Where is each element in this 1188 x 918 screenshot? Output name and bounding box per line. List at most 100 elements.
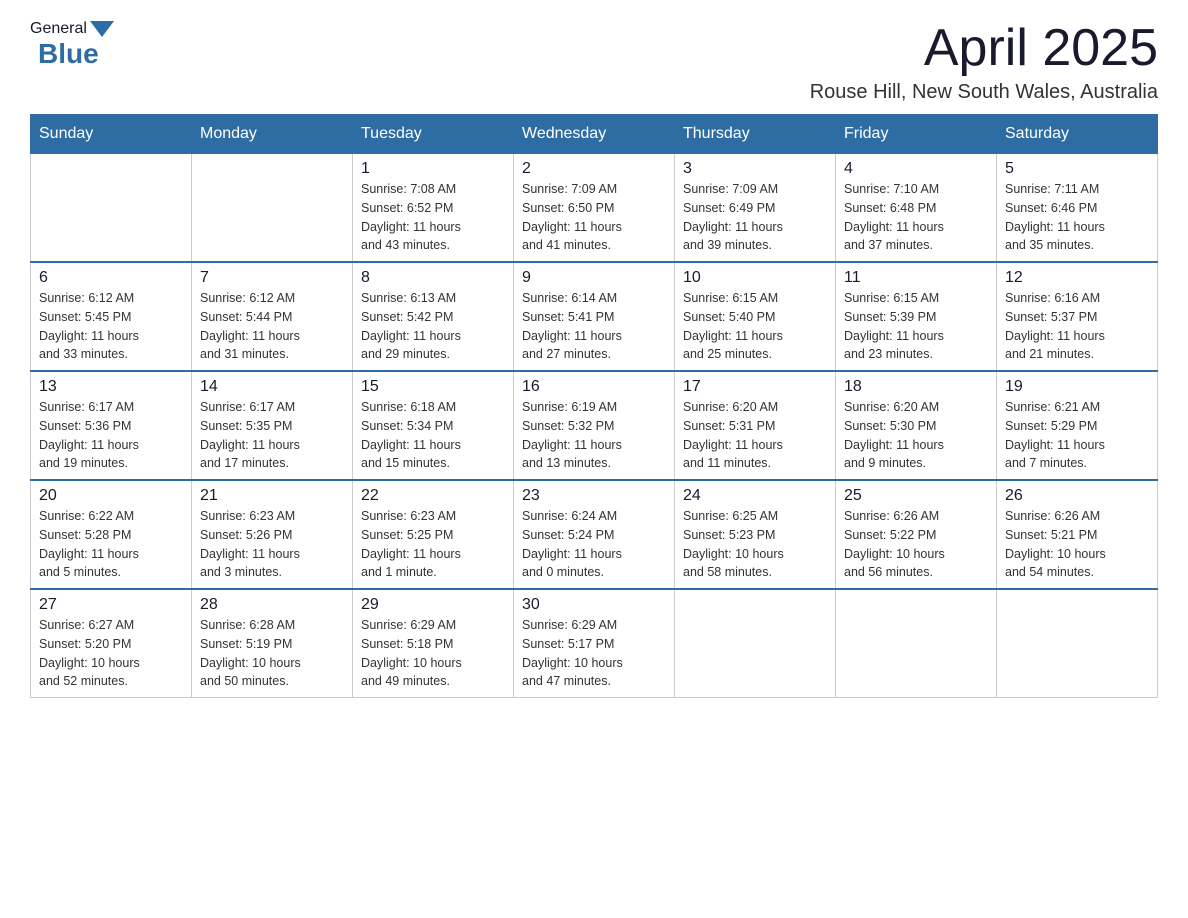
calendar-cell: 24 Sunrise: 6:25 AM Sunset: 5:23 PM Dayli… xyxy=(675,480,836,589)
calendar-cell: 5Sunrise: 7:11 AM Sunset: 6:46 PM Daylig… xyxy=(997,154,1158,263)
day-number: 27 xyxy=(39,596,183,614)
day-sun-info: Sunrise: 6:24 AM Sunset: 5:24 PM Dayligh… xyxy=(522,507,666,582)
day-number: 2 xyxy=(522,160,666,178)
calendar-cell: 28Sunrise: 6:28 AM Sunset: 5:19 PM Dayli… xyxy=(192,589,353,698)
logo-arrow-icon xyxy=(90,21,114,37)
day-sun-info: Sunrise: 6:15 AM Sunset: 5:40 PM Dayligh… xyxy=(683,289,827,364)
calendar-cell: 27 Sunrise: 6:27 AM Sunset: 5:20 PM Dayli… xyxy=(31,589,192,698)
day-sun-info: Sunrise: 7:09 AM Sunset: 6:49 PM Dayligh… xyxy=(683,180,827,255)
calendar-cell: 15Sunrise: 6:18 AM Sunset: 5:34 PM Dayli… xyxy=(353,371,514,480)
day-sun-info: Sunrise: 6:23 AM Sunset: 5:25 PM Dayligh… xyxy=(361,507,505,582)
day-number: 3 xyxy=(683,160,827,178)
calendar-body: 1 Sunrise: 7:08 AM Sunset: 6:52 PM Daylig… xyxy=(31,154,1158,698)
calendar-cell: 4Sunrise: 7:10 AM Sunset: 6:48 PM Daylig… xyxy=(836,154,997,263)
calendar-week-row: 27 Sunrise: 6:27 AM Sunset: 5:20 PM Dayli… xyxy=(31,589,1158,698)
day-sun-info: Sunrise: 6:27 AM Sunset: 5:20 PM Dayligh… xyxy=(39,616,183,691)
day-sun-info: Sunrise: 6:17 AM Sunset: 5:36 PM Dayligh… xyxy=(39,398,183,473)
calendar-cell: 14 Sunrise: 6:17 AM Sunset: 5:35 PM Dayli… xyxy=(192,371,353,480)
day-number: 11 xyxy=(844,269,988,287)
calendar-cell: 7Sunrise: 6:12 AM Sunset: 5:44 PM Daylig… xyxy=(192,262,353,371)
calendar-week-row: 6Sunrise: 6:12 AM Sunset: 5:45 PM Daylig… xyxy=(31,262,1158,371)
day-sun-info: Sunrise: 6:23 AM Sunset: 5:26 PM Dayligh… xyxy=(200,507,344,582)
calendar-cell: 22 Sunrise: 6:23 AM Sunset: 5:25 PM Dayli… xyxy=(353,480,514,589)
day-sun-info: Sunrise: 6:20 AM Sunset: 5:30 PM Dayligh… xyxy=(844,398,988,473)
calendar-cell xyxy=(997,589,1158,698)
day-of-week-header: Saturday xyxy=(997,115,1158,154)
day-sun-info: Sunrise: 7:10 AM Sunset: 6:48 PM Dayligh… xyxy=(844,180,988,255)
calendar-cell: 19 Sunrise: 6:21 AM Sunset: 5:29 PM Dayli… xyxy=(997,371,1158,480)
title-section: April 2025 Rouse Hill, New South Wales, … xyxy=(810,20,1158,104)
day-number: 1 xyxy=(361,160,505,178)
calendar-cell: 2 Sunrise: 7:09 AM Sunset: 6:50 PM Daylig… xyxy=(514,154,675,263)
day-number: 23 xyxy=(522,487,666,505)
day-number: 30 xyxy=(522,596,666,614)
day-number: 19 xyxy=(1005,378,1149,396)
calendar-week-row: 20 Sunrise: 6:22 AM Sunset: 5:28 PM Dayli… xyxy=(31,480,1158,589)
day-sun-info: Sunrise: 6:18 AM Sunset: 5:34 PM Dayligh… xyxy=(361,398,505,473)
day-sun-info: Sunrise: 6:26 AM Sunset: 5:21 PM Dayligh… xyxy=(1005,507,1149,582)
month-title: April 2025 xyxy=(810,20,1158,77)
calendar-cell: 17 Sunrise: 6:20 AM Sunset: 5:31 PM Dayli… xyxy=(675,371,836,480)
day-number: 8 xyxy=(361,269,505,287)
day-number: 21 xyxy=(200,487,344,505)
location-subtitle: Rouse Hill, New South Wales, Australia xyxy=(810,81,1158,104)
calendar-cell: 20 Sunrise: 6:22 AM Sunset: 5:28 PM Dayli… xyxy=(31,480,192,589)
logo-blue-text: Blue xyxy=(38,38,99,69)
calendar-cell: 30 Sunrise: 6:29 AM Sunset: 5:17 PM Dayli… xyxy=(514,589,675,698)
day-sun-info: Sunrise: 6:26 AM Sunset: 5:22 PM Dayligh… xyxy=(844,507,988,582)
day-number: 24 xyxy=(683,487,827,505)
day-number: 20 xyxy=(39,487,183,505)
day-sun-info: Sunrise: 6:29 AM Sunset: 5:17 PM Dayligh… xyxy=(522,616,666,691)
day-sun-info: Sunrise: 6:28 AM Sunset: 5:19 PM Dayligh… xyxy=(200,616,344,691)
calendar-cell: 29Sunrise: 6:29 AM Sunset: 5:18 PM Dayli… xyxy=(353,589,514,698)
calendar-cell xyxy=(31,154,192,263)
calendar-cell: 1 Sunrise: 7:08 AM Sunset: 6:52 PM Daylig… xyxy=(353,154,514,263)
calendar-cell: 25 Sunrise: 6:26 AM Sunset: 5:22 PM Dayli… xyxy=(836,480,997,589)
day-sun-info: Sunrise: 6:20 AM Sunset: 5:31 PM Dayligh… xyxy=(683,398,827,473)
day-number: 26 xyxy=(1005,487,1149,505)
day-number: 25 xyxy=(844,487,988,505)
calendar-table: SundayMondayTuesdayWednesdayThursdayFrid… xyxy=(30,114,1158,698)
logo: General Blue xyxy=(30,20,117,70)
day-sun-info: Sunrise: 6:12 AM Sunset: 5:45 PM Dayligh… xyxy=(39,289,183,364)
day-sun-info: Sunrise: 6:17 AM Sunset: 5:35 PM Dayligh… xyxy=(200,398,344,473)
calendar-cell: 21 Sunrise: 6:23 AM Sunset: 5:26 PM Dayli… xyxy=(192,480,353,589)
calendar-cell: 9 Sunrise: 6:14 AM Sunset: 5:41 PM Daylig… xyxy=(514,262,675,371)
day-of-week-header: Tuesday xyxy=(353,115,514,154)
page-header: General Blue April 2025 Rouse Hill, New … xyxy=(30,20,1158,104)
day-sun-info: Sunrise: 7:09 AM Sunset: 6:50 PM Dayligh… xyxy=(522,180,666,255)
day-sun-info: Sunrise: 6:22 AM Sunset: 5:28 PM Dayligh… xyxy=(39,507,183,582)
calendar-cell: 18Sunrise: 6:20 AM Sunset: 5:30 PM Dayli… xyxy=(836,371,997,480)
days-of-week-row: SundayMondayTuesdayWednesdayThursdayFrid… xyxy=(31,115,1158,154)
calendar-cell: 8 Sunrise: 6:13 AM Sunset: 5:42 PM Daylig… xyxy=(353,262,514,371)
day-sun-info: Sunrise: 6:15 AM Sunset: 5:39 PM Dayligh… xyxy=(844,289,988,364)
day-sun-info: Sunrise: 6:13 AM Sunset: 5:42 PM Dayligh… xyxy=(361,289,505,364)
day-of-week-header: Friday xyxy=(836,115,997,154)
calendar-cell: 12 Sunrise: 6:16 AM Sunset: 5:37 PM Dayli… xyxy=(997,262,1158,371)
calendar-week-row: 1 Sunrise: 7:08 AM Sunset: 6:52 PM Daylig… xyxy=(31,154,1158,263)
day-number: 9 xyxy=(522,269,666,287)
day-sun-info: Sunrise: 6:16 AM Sunset: 5:37 PM Dayligh… xyxy=(1005,289,1149,364)
calendar-cell xyxy=(192,154,353,263)
calendar-cell: 10 Sunrise: 6:15 AM Sunset: 5:40 PM Dayli… xyxy=(675,262,836,371)
day-sun-info: Sunrise: 6:14 AM Sunset: 5:41 PM Dayligh… xyxy=(522,289,666,364)
day-sun-info: Sunrise: 6:25 AM Sunset: 5:23 PM Dayligh… xyxy=(683,507,827,582)
calendar-cell: 6Sunrise: 6:12 AM Sunset: 5:45 PM Daylig… xyxy=(31,262,192,371)
day-number: 17 xyxy=(683,378,827,396)
calendar-cell: 11 Sunrise: 6:15 AM Sunset: 5:39 PM Dayli… xyxy=(836,262,997,371)
day-of-week-header: Sunday xyxy=(31,115,192,154)
calendar-cell: 26 Sunrise: 6:26 AM Sunset: 5:21 PM Dayli… xyxy=(997,480,1158,589)
calendar-cell: 13 Sunrise: 6:17 AM Sunset: 5:36 PM Dayli… xyxy=(31,371,192,480)
calendar-header: SundayMondayTuesdayWednesdayThursdayFrid… xyxy=(31,115,1158,154)
day-number: 12 xyxy=(1005,269,1149,287)
day-number: 14 xyxy=(200,378,344,396)
day-number: 5 xyxy=(1005,160,1149,178)
day-sun-info: Sunrise: 7:08 AM Sunset: 6:52 PM Dayligh… xyxy=(361,180,505,255)
day-of-week-header: Monday xyxy=(192,115,353,154)
day-sun-info: Sunrise: 6:21 AM Sunset: 5:29 PM Dayligh… xyxy=(1005,398,1149,473)
day-number: 13 xyxy=(39,378,183,396)
day-number: 10 xyxy=(683,269,827,287)
calendar-cell xyxy=(675,589,836,698)
day-number: 7 xyxy=(200,269,344,287)
day-number: 22 xyxy=(361,487,505,505)
